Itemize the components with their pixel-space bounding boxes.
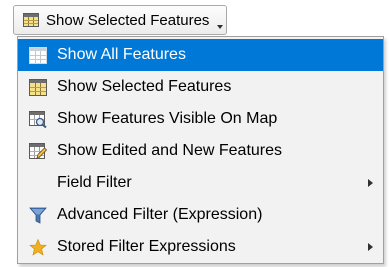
menu-item-advanced-filter-expression[interactable]: Advanced Filter (Expression) [18, 199, 383, 231]
chevron-right-icon [368, 179, 373, 187]
menu-item-stored-filter-expressions[interactable]: Stored Filter Expressions [18, 231, 383, 263]
menu-item-show-all-features[interactable]: Show All Features [18, 39, 383, 71]
star-icon [29, 238, 47, 256]
attribute-table-filter-ui: Show Selected Features Show All Features [0, 0, 389, 267]
menu-item-label: Field Filter [57, 174, 132, 191]
menu-item-show-selected-features[interactable]: Show Selected Features [18, 71, 383, 103]
filter-combo-button[interactable]: Show Selected Features [13, 5, 227, 35]
filter-menu: Show All Features Show Selected Features [17, 36, 384, 264]
table-edited-icon [29, 143, 48, 160]
menu-item-field-filter[interactable]: Field Filter [18, 167, 383, 199]
menu-item-label: Show Features Visible On Map [57, 110, 278, 127]
menu-item-show-features-visible-on-map[interactable]: Show Features Visible On Map [18, 103, 383, 135]
menu-item-label: Show Selected Features [57, 78, 232, 95]
table-visible-on-map-icon [29, 111, 47, 129]
chevron-down-icon [217, 25, 223, 29]
menu-item-label: Show Edited and New Features [57, 142, 283, 159]
chevron-right-icon [368, 243, 373, 251]
filter-combo-label: Show Selected Features [46, 12, 210, 29]
menu-item-label: Show All Features [57, 46, 186, 63]
table-all-icon [29, 47, 47, 64]
menu-item-label: Advanced Filter (Expression) [57, 206, 263, 223]
menu-item-label: Stored Filter Expressions [57, 238, 236, 255]
selected-features-table-icon [23, 13, 39, 27]
table-selected-icon [29, 79, 47, 96]
menu-item-show-edited-and-new-features[interactable]: Show Edited and New Features [18, 135, 383, 167]
filter-funnel-icon [29, 207, 47, 224]
